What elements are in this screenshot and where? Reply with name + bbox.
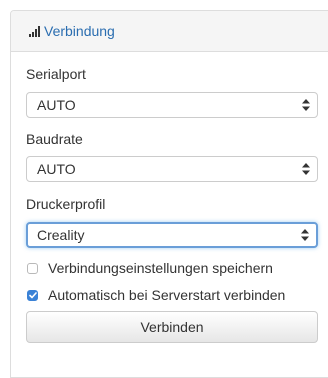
signal-icon <box>29 25 41 37</box>
panel-body: Serialport AUTO Baudrate AUTO Druckerpro… <box>11 64 328 343</box>
autoconnect-option[interactable]: Automatisch bei Serverstart verbinden <box>26 284 318 306</box>
save-settings-label: Verbindungseinstellungen speichern <box>48 260 273 276</box>
save-settings-checkbox[interactable] <box>27 262 38 274</box>
serialport-label: Serialport <box>26 66 86 82</box>
connection-panel: Verbindung Serialport AUTO Baudrate AUTO… <box>10 10 328 378</box>
autoconnect-label: Automatisch bei Serverstart verbinden <box>48 287 286 303</box>
save-settings-option[interactable]: Verbindungseinstellungen speichern <box>26 257 318 279</box>
serialport-select[interactable]: AUTO <box>26 92 318 118</box>
baudrate-select[interactable]: AUTO <box>26 156 318 182</box>
profile-select[interactable]: Creality <box>26 222 318 248</box>
checkmark-icon <box>28 291 37 298</box>
panel-title[interactable]: Verbindung <box>44 23 115 39</box>
updown-arrows-icon <box>301 229 309 241</box>
panel-header[interactable]: Verbindung <box>11 11 328 52</box>
serialport-value: AUTO <box>37 97 76 113</box>
updown-arrows-icon <box>302 163 310 175</box>
updown-arrows-icon <box>302 99 310 111</box>
profile-value: Creality <box>37 227 85 243</box>
autoconnect-checkbox[interactable] <box>27 289 38 301</box>
baudrate-value: AUTO <box>37 161 76 177</box>
connect-button[interactable]: Verbinden <box>26 311 318 343</box>
baudrate-label: Baudrate <box>26 131 83 147</box>
profile-label: Druckerprofil <box>26 196 106 212</box>
